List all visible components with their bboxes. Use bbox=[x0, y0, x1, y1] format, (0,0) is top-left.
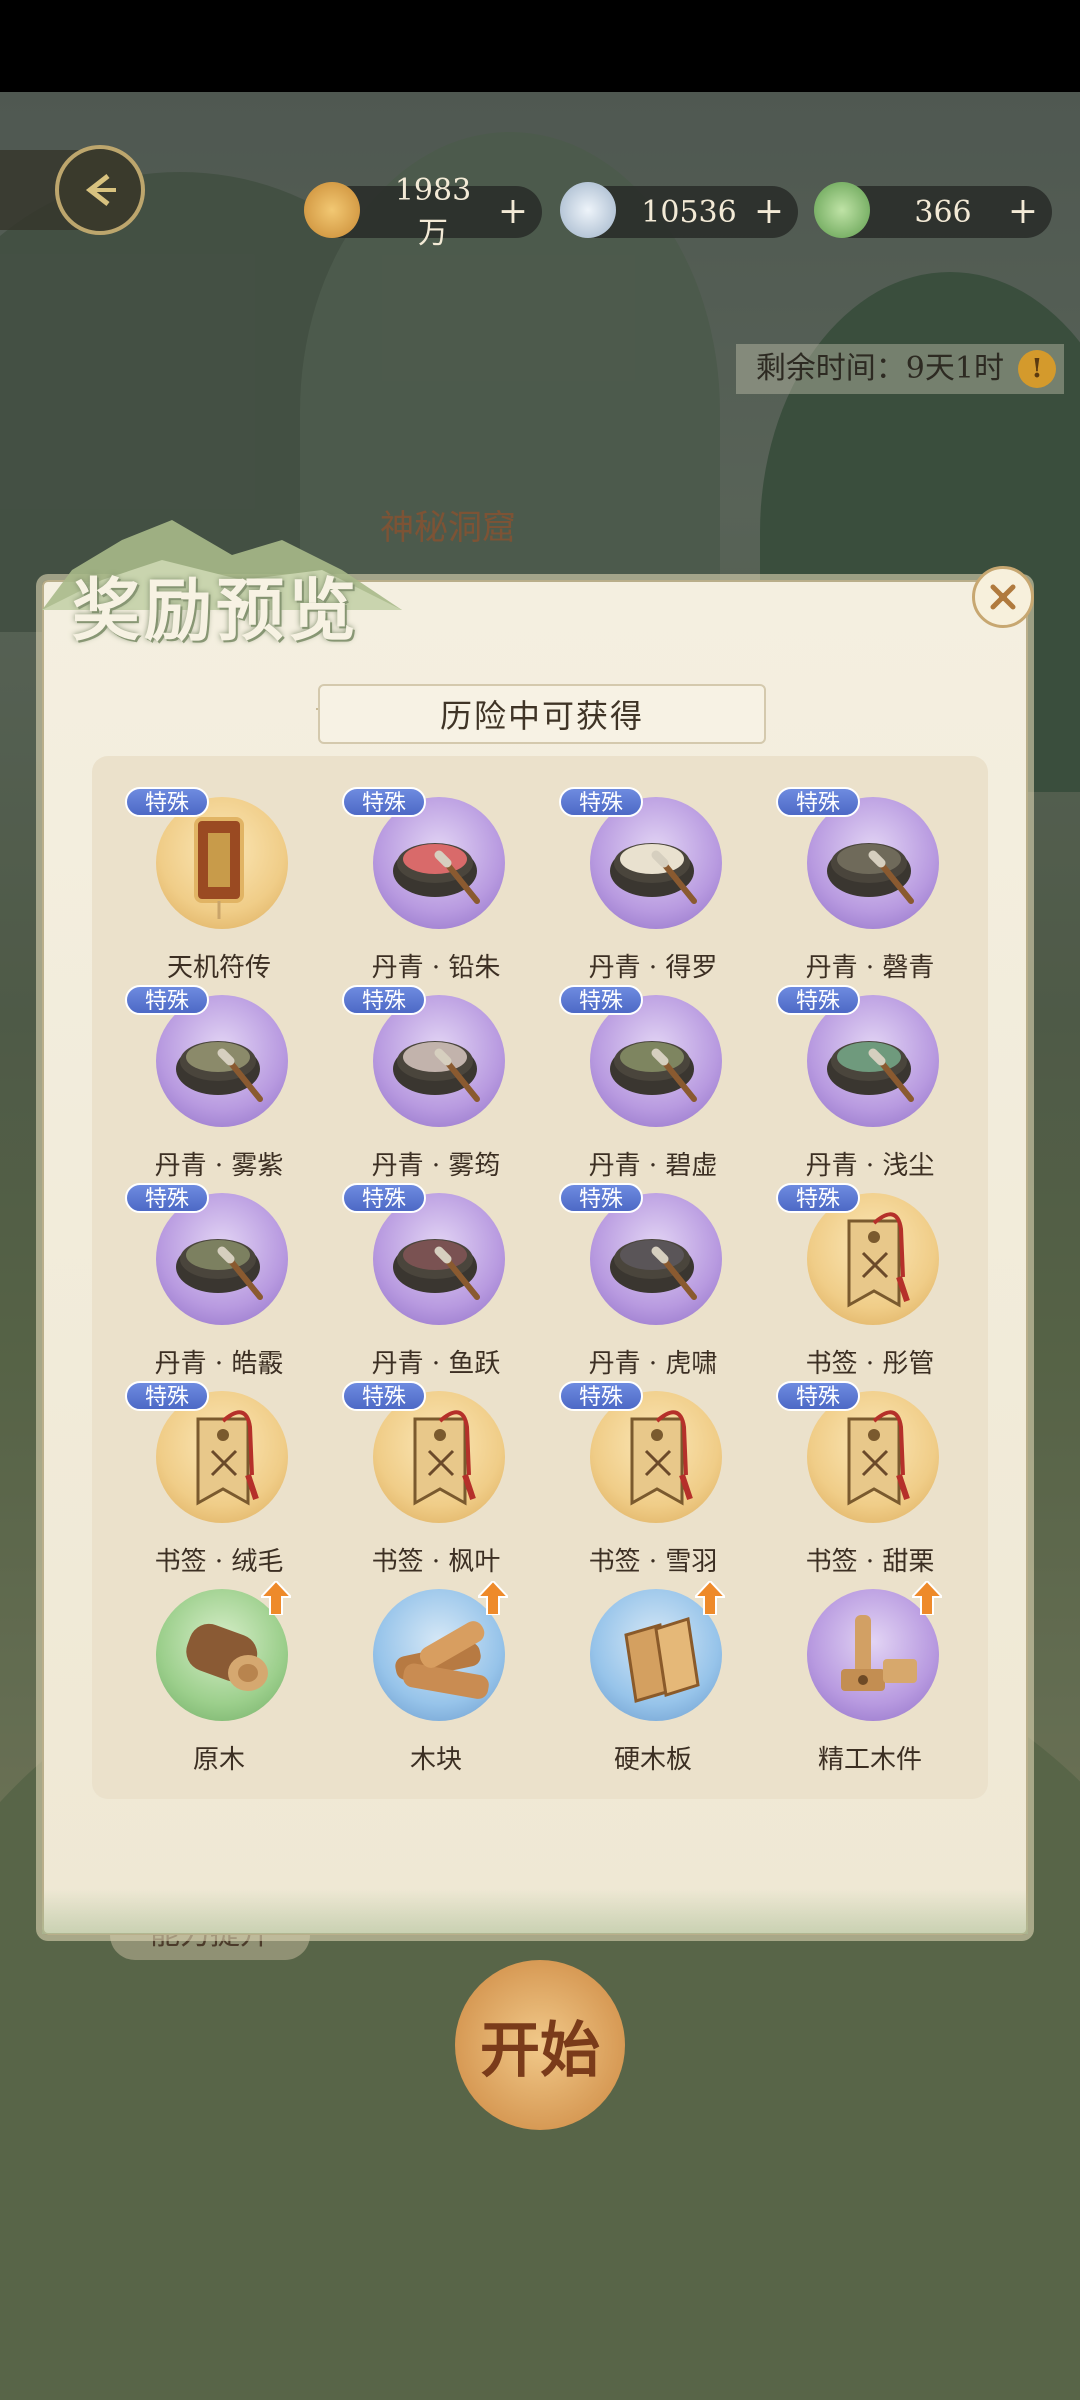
silver-orb-icon bbox=[560, 182, 616, 238]
reward-item[interactable]: 特殊丹青 · 铅朱 bbox=[336, 787, 536, 995]
start-button[interactable]: 开始 bbox=[455, 1960, 625, 2130]
upgrade-arrow-icon bbox=[912, 1581, 942, 1615]
panel-bottom-deco bbox=[42, 1888, 1028, 1934]
item-label: 丹青 · 碧虚 bbox=[588, 1151, 718, 1181]
reward-item[interactable]: 特殊丹青 · 磬青 bbox=[770, 787, 970, 995]
special-tag: 特殊 bbox=[776, 985, 860, 1015]
reward-item[interactable]: 特殊书签 · 雪羽 bbox=[553, 1381, 753, 1589]
reward-item[interactable]: 特殊书签 · 枫叶 bbox=[336, 1381, 536, 1589]
reward-item[interactable]: 特殊书签 · 甜栗 bbox=[770, 1381, 970, 1589]
special-tag: 特殊 bbox=[559, 1381, 643, 1411]
special-tag: 特殊 bbox=[559, 985, 643, 1015]
reward-item[interactable]: 硬木板 bbox=[553, 1581, 753, 1787]
subtitle-text: 历险中可获得 bbox=[439, 697, 644, 735]
item-label: 硬木板 bbox=[613, 1745, 692, 1775]
reward-item[interactable]: 特殊丹青 · 虎啸 bbox=[553, 1183, 753, 1391]
reward-item[interactable]: 木块 bbox=[336, 1581, 536, 1787]
currency-silver: 10536 + bbox=[560, 182, 798, 238]
special-tag: 特殊 bbox=[125, 985, 209, 1015]
currency-jade: 366 + bbox=[814, 182, 1052, 238]
item-label: 书签 · 雪羽 bbox=[588, 1547, 718, 1577]
special-tag: 特殊 bbox=[776, 787, 860, 817]
special-tag: 特殊 bbox=[559, 1183, 643, 1213]
item-label: 丹青 · 雾紫 bbox=[154, 1151, 284, 1181]
special-tag: 特殊 bbox=[342, 1183, 426, 1213]
special-tag: 特殊 bbox=[559, 787, 643, 817]
remaining-time-text: 剩余时间：9天1时 bbox=[755, 351, 1004, 386]
jade-value: 366 bbox=[914, 194, 972, 230]
back-arrow-icon bbox=[85, 174, 116, 206]
reward-item[interactable]: 原木 bbox=[119, 1581, 319, 1787]
item-label: 木块 bbox=[409, 1745, 462, 1775]
item-label: 丹青 · 皓霰 bbox=[154, 1349, 284, 1379]
item-label: 精工木件 bbox=[817, 1745, 922, 1775]
silver-value: 10536 bbox=[641, 194, 737, 230]
item-label: 书签 · 绒毛 bbox=[154, 1547, 284, 1577]
reward-item[interactable]: 特殊天机符传 bbox=[119, 787, 319, 995]
upgrade-arrow-icon bbox=[478, 1581, 508, 1615]
special-tag: 特殊 bbox=[776, 1381, 860, 1411]
jade-icon bbox=[814, 182, 870, 238]
reward-item[interactable]: 特殊书签 · 彤管 bbox=[770, 1183, 970, 1391]
upgrade-arrow-icon bbox=[695, 1581, 725, 1615]
add-silver-button[interactable]: + bbox=[754, 186, 784, 238]
item-label: 天机符传 bbox=[166, 953, 271, 983]
item-label: 书签 · 枫叶 bbox=[371, 1547, 501, 1577]
item-label: 丹青 · 得罗 bbox=[588, 953, 718, 983]
reward-item[interactable]: 特殊丹青 · 雾筠 bbox=[336, 985, 536, 1193]
special-tag: 特殊 bbox=[342, 985, 426, 1015]
reward-item[interactable]: 特殊丹青 · 浅尘 bbox=[770, 985, 970, 1193]
reward-item[interactable]: 特殊丹青 · 皓霰 bbox=[119, 1183, 319, 1391]
coin-value: 1983万 bbox=[394, 172, 472, 251]
subtitle-banner: 历险中可获得 bbox=[318, 684, 766, 744]
special-tag: 特殊 bbox=[125, 787, 209, 817]
item-label: 丹青 · 铅朱 bbox=[371, 953, 501, 983]
reward-item[interactable]: 精工木件 bbox=[770, 1581, 970, 1787]
special-tag: 特殊 bbox=[342, 787, 426, 817]
item-label: 原木 bbox=[192, 1745, 245, 1775]
add-jade-button[interactable]: + bbox=[1008, 186, 1038, 238]
copper-coin-icon bbox=[304, 182, 360, 238]
reward-item[interactable]: 特殊丹青 · 得罗 bbox=[553, 787, 753, 995]
special-tag: 特殊 bbox=[342, 1381, 426, 1411]
item-label: 丹青 · 虎啸 bbox=[588, 1349, 718, 1379]
upgrade-arrow-icon bbox=[261, 1581, 291, 1615]
reward-item[interactable]: 特殊丹青 · 鱼跃 bbox=[336, 1183, 536, 1391]
back-button[interactable] bbox=[55, 145, 145, 235]
item-label: 书签 · 甜栗 bbox=[805, 1547, 935, 1577]
item-label: 书签 · 彤管 bbox=[805, 1349, 935, 1379]
item-label: 丹青 · 磬青 bbox=[805, 953, 935, 983]
special-tag: 特殊 bbox=[125, 1183, 209, 1213]
panel-title: 奖励预览 bbox=[72, 571, 361, 651]
reward-item[interactable]: 特殊丹青 · 雾紫 bbox=[119, 985, 319, 1193]
item-label: 丹青 · 雾筠 bbox=[371, 1151, 501, 1181]
special-tag: 特殊 bbox=[125, 1381, 209, 1411]
reward-item[interactable]: 特殊丹青 · 碧虚 bbox=[553, 985, 753, 1193]
special-tag: 特殊 bbox=[776, 1183, 860, 1213]
item-label: 丹青 · 浅尘 bbox=[805, 1151, 935, 1181]
item-label: 丹青 · 鱼跃 bbox=[371, 1349, 501, 1379]
reward-item[interactable]: 特殊书签 · 绒毛 bbox=[119, 1381, 319, 1589]
status-bar bbox=[0, 0, 1080, 92]
remaining-time: 剩余时间：9天1时 ! bbox=[735, 344, 1064, 394]
info-icon[interactable]: ! bbox=[1018, 350, 1056, 388]
close-button[interactable] bbox=[972, 566, 1034, 628]
add-coin-button[interactable]: + bbox=[498, 186, 528, 238]
close-icon bbox=[990, 584, 1016, 610]
currency-coin: 1983万 + bbox=[304, 173, 542, 251]
